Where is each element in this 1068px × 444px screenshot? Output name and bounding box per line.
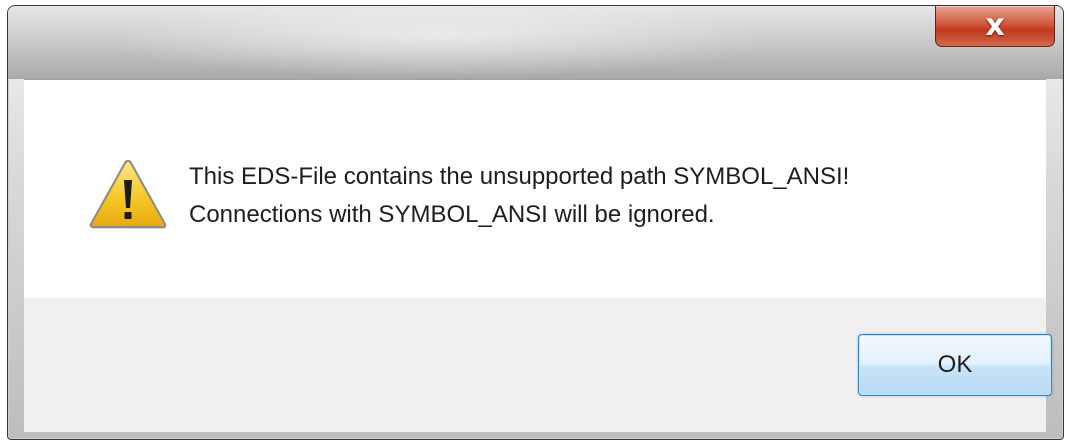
close-icon: x bbox=[985, 8, 1005, 43]
warning-icon bbox=[89, 159, 167, 229]
title-bar[interactable]: x bbox=[8, 6, 1063, 79]
message-dialog: x This EDS-File contains the unsupported… bbox=[7, 5, 1064, 440]
message-text: This EDS-File contains the unsupported p… bbox=[189, 158, 849, 234]
close-button[interactable]: x bbox=[935, 6, 1055, 47]
message-area: This EDS-File contains the unsupported p… bbox=[24, 79, 1046, 298]
message-line-2: Connections with SYMBOL_ANSI will be ign… bbox=[189, 201, 715, 228]
button-bar: OK bbox=[24, 298, 1052, 432]
ok-button[interactable]: OK bbox=[858, 334, 1052, 396]
message-line-1: This EDS-File contains the unsupported p… bbox=[189, 163, 850, 190]
